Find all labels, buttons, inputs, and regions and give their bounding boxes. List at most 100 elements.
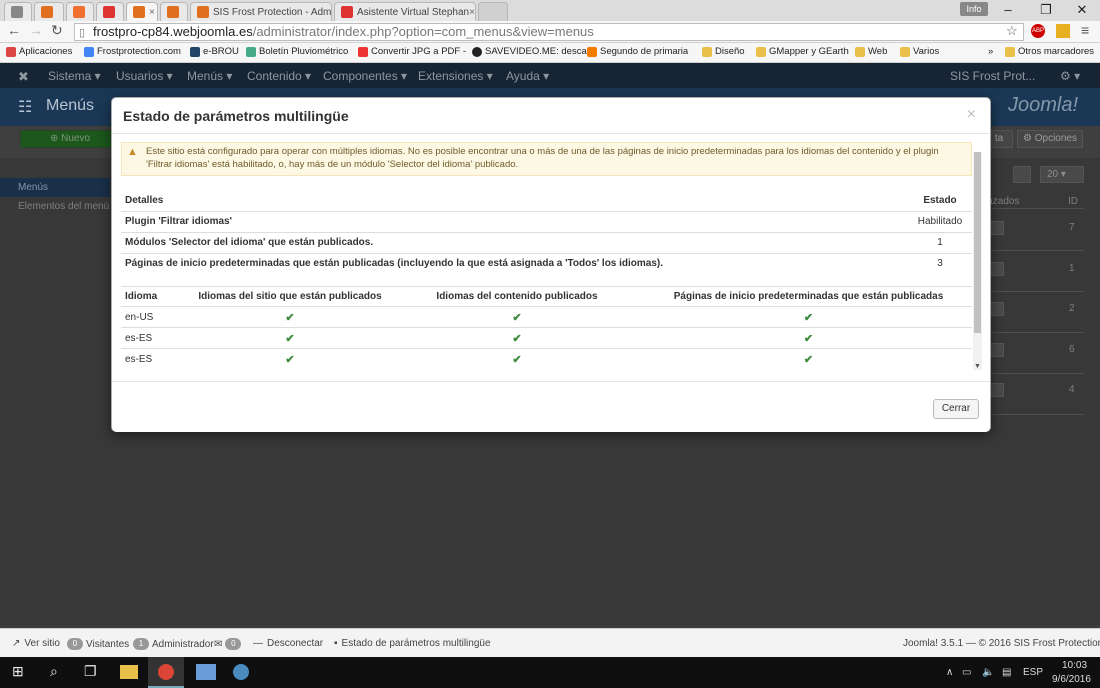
checkmark-icon: ✔: [389, 306, 645, 328]
bookmark-label: Aplicaciones: [19, 46, 73, 57]
multilingual-status-label: Estado de parámetros multilingüe: [341, 638, 491, 649]
col-content-header: Idiomas del contenido publicados: [389, 286, 645, 307]
scrollbar-thumb[interactable]: [974, 152, 981, 333]
bookmark-star-icon[interactable]: ☆: [1006, 23, 1018, 39]
volume-icon[interactable]: 🔈: [982, 667, 994, 678]
bookmark-label: Web: [868, 46, 888, 57]
browser-tab[interactable]: Asistente Virtual Stephan ×: [334, 2, 476, 21]
back-icon[interactable]: ←: [7, 22, 21, 38]
checkmark-icon: ✔: [645, 306, 972, 328]
tab-close-icon[interactable]: ×: [149, 7, 155, 18]
page-icon: ▯: [79, 27, 86, 39]
tab-close-icon[interactable]: ×: [331, 7, 332, 18]
browser-tab[interactable]: [34, 2, 64, 21]
tab-favicon: [341, 6, 353, 18]
new-tab-button[interactable]: [478, 2, 508, 21]
bookmark-label: Varios: [913, 46, 940, 57]
url-input[interactable]: ▯ frostpro-cp84.webjoomla.es/administrat…: [74, 23, 1024, 41]
bookmark-item[interactable]: Aplicaciones: [6, 46, 72, 57]
file-explorer-icon[interactable]: [120, 665, 138, 679]
modal-body[interactable]: ▲ Este sitio está configurado para opera…: [121, 142, 983, 370]
bookmark-folder[interactable]: Varios: [900, 46, 939, 57]
folder-icon: [1005, 46, 1015, 57]
browser-tab[interactable]: SIS Frost Protection - Adm×: [190, 2, 332, 21]
language-row: en-US ✔ ✔ ✔: [121, 306, 972, 328]
details-label: Plugin 'Filtrar idiomas': [121, 210, 908, 232]
view-site-link[interactable]: ↗ Ver sitio: [12, 638, 60, 649]
browser-tab-active[interactable]: ×: [126, 2, 158, 21]
modal-close-icon[interactable]: ×: [967, 106, 976, 124]
logout-link[interactable]: — Desconectar: [253, 638, 323, 649]
checkmark-icon: ✔: [191, 327, 389, 349]
bookmark-item[interactable]: e-BROU: [190, 46, 239, 57]
checkmark-icon: ✔: [645, 327, 972, 349]
chrome-taskbar-item[interactable]: [148, 657, 184, 688]
details-header-row: Detalles Estado: [121, 190, 972, 212]
search-icon[interactable]: ⌕: [50, 663, 58, 680]
multilingual-status-link[interactable]: ▪ Estado de parámetros multilingüe: [334, 638, 491, 649]
tab-favicon: [103, 6, 115, 18]
tray-chevron-icon[interactable]: ∧: [946, 667, 953, 678]
close-window-icon[interactable]: ✕: [1064, 0, 1100, 21]
tab-favicon: [73, 6, 85, 18]
modal-scrollbar[interactable]: ▼: [973, 152, 982, 370]
details-row: Plugin 'Filtrar idiomas' Habilitado: [121, 210, 972, 232]
weather-icon: [246, 46, 256, 57]
restore-icon[interactable]: ❐: [1028, 0, 1064, 21]
scroll-down-icon[interactable]: ▼: [974, 363, 981, 370]
messenger-icon[interactable]: [196, 664, 216, 680]
bookmark-folder-other[interactable]: Otros marcadores: [1005, 46, 1094, 57]
bookmark-label: Boletín Pluviométrico: [259, 46, 349, 57]
reload-icon[interactable]: ↻: [51, 22, 63, 39]
details-row: Módulos 'Selector del idioma' que están …: [121, 231, 972, 253]
checkmark-icon: ✔: [191, 306, 389, 328]
language-indicator[interactable]: ESP: [1023, 667, 1043, 678]
app-icon[interactable]: [233, 664, 249, 680]
bookmark-item[interactable]: SAVEVIDEO.ME: desca: [472, 46, 587, 57]
bookmark-folder[interactable]: Web: [855, 46, 887, 57]
forward-icon[interactable]: →: [29, 22, 43, 38]
bookmarks-overflow[interactable]: »: [988, 46, 993, 57]
admins-status[interactable]: 1 Administrador: [133, 638, 214, 650]
bookmark-item[interactable]: Boletín Pluviométrico: [246, 46, 348, 57]
menu-icon[interactable]: ≡: [1081, 22, 1089, 38]
browser-tab[interactable]: [96, 2, 124, 21]
bookmark-label: GMapper y GEarth: [769, 46, 849, 57]
checkmark-icon: ✔: [645, 348, 972, 370]
bookmark-folder[interactable]: Diseño: [702, 46, 745, 57]
bookmark-item[interactable]: Segundo de primaria: [587, 46, 688, 57]
browser-tab[interactable]: [160, 2, 188, 21]
details-header: Detalles: [121, 190, 908, 212]
chrome-icon: [158, 664, 174, 680]
bookmark-item[interactable]: Frostprotection.com: [84, 46, 181, 57]
folder-icon: [855, 46, 865, 57]
languages-table: Idioma Idiomas del sitio que están publi…: [121, 286, 972, 370]
details-label: Módulos 'Selector del idioma' que están …: [121, 231, 908, 253]
close-button[interactable]: Cerrar: [933, 399, 979, 419]
bookmark-item[interactable]: Convertir JPG a PDF -: [358, 46, 466, 57]
visitors-status[interactable]: 0 Visitantes: [67, 638, 129, 650]
extension-icon[interactable]: [1056, 24, 1070, 38]
bookmark-folder[interactable]: GMapper y GEarth: [756, 46, 849, 57]
url-host: frostpro-cp84.webjoomla.es: [93, 24, 253, 39]
clock-date[interactable]: 9/6/2016: [1052, 674, 1091, 685]
folder-icon: [756, 46, 766, 57]
bookmark-label: e-BROU: [203, 46, 239, 57]
language-code: es-ES: [121, 327, 191, 349]
details-value: Habilitado: [908, 210, 972, 232]
comment-icon: ▪: [334, 638, 338, 649]
messages-status[interactable]: ✉ 0: [214, 638, 244, 650]
clock-time[interactable]: 10:03: [1062, 660, 1087, 671]
adblock-icon[interactable]: ABP: [1031, 24, 1045, 38]
windows-start-icon[interactable]: ⊞: [12, 663, 24, 680]
folder-icon: [702, 46, 712, 57]
browser-tab[interactable]: [66, 2, 94, 21]
notification-icon[interactable]: ▤: [1002, 667, 1011, 678]
task-view-icon[interactable]: ❐: [84, 663, 97, 680]
folder-icon: [900, 46, 910, 57]
browser-tab[interactable]: [4, 2, 32, 21]
minimize-icon[interactable]: –: [990, 0, 1026, 21]
network-icon[interactable]: ▭: [962, 667, 971, 678]
profile-info-badge[interactable]: Info: [960, 2, 988, 16]
tab-close-icon[interactable]: ×: [469, 7, 475, 18]
